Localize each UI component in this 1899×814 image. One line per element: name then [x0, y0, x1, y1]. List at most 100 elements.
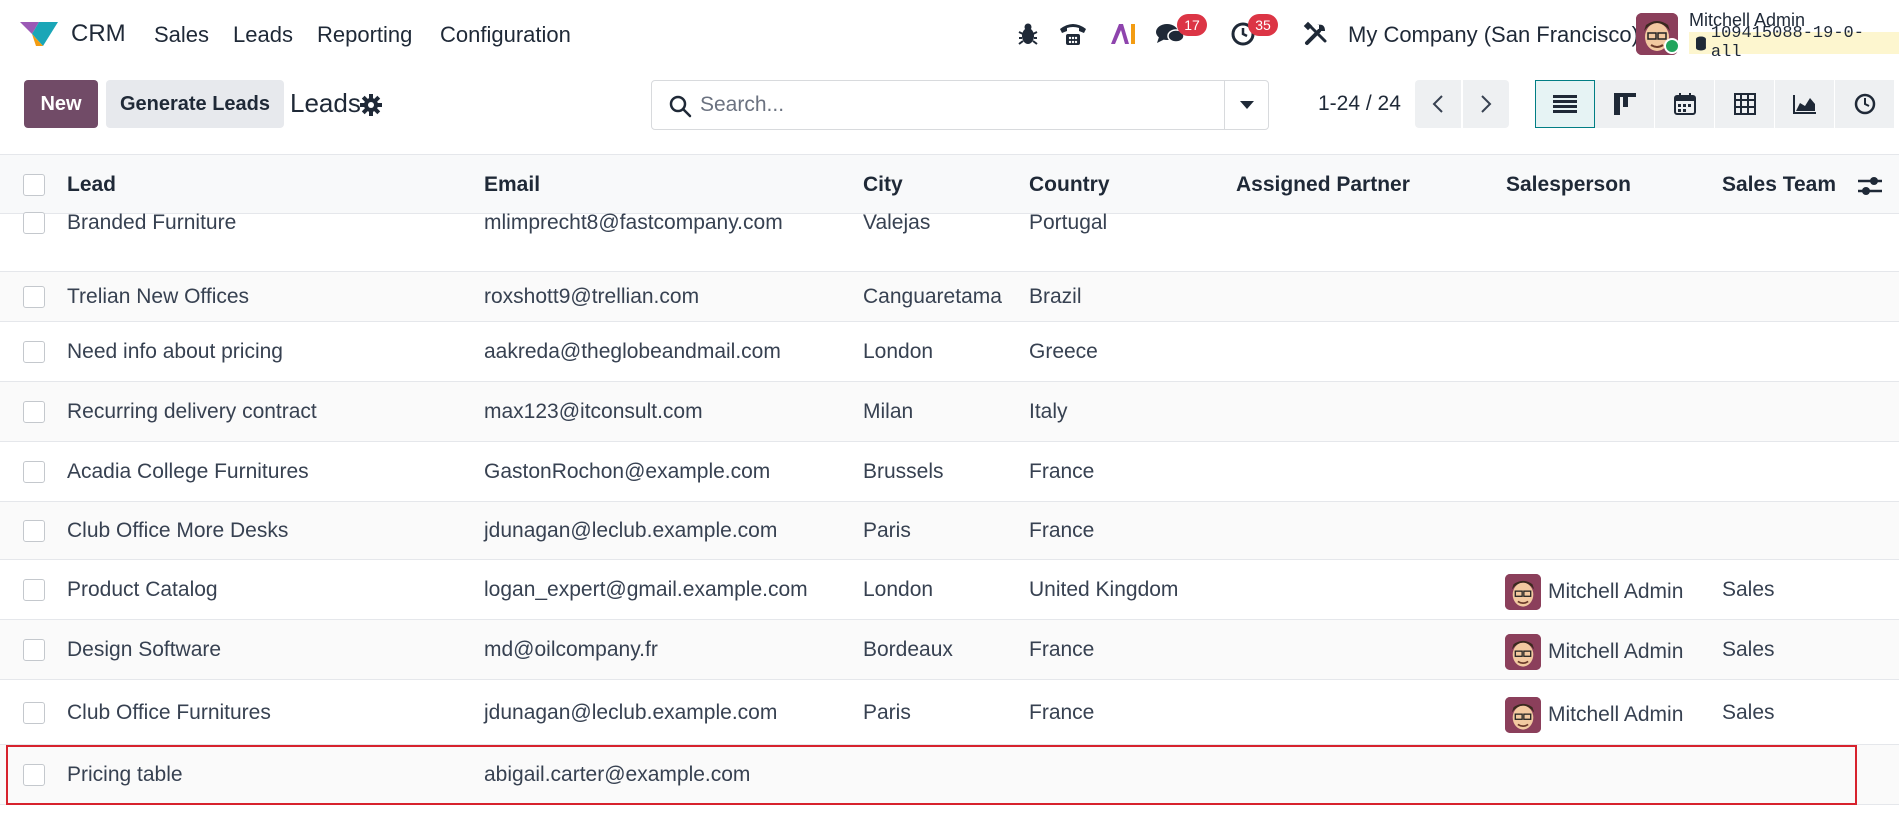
sales-team-cell: Sales [1722, 578, 1775, 601]
page-title: Leads [290, 88, 361, 118]
lead-cell: Branded Furniture [67, 211, 237, 234]
email-cell: jdunagan@leclub.example.com [484, 701, 778, 724]
database-icon [1695, 36, 1706, 50]
email-cell: abigail.carter@example.com [484, 763, 751, 786]
salesperson-cell: Mitchell Admin [1548, 640, 1684, 663]
ai-icon[interactable] [1107, 18, 1139, 50]
row-checkbox[interactable] [23, 579, 45, 601]
select-all-checkbox[interactable] [23, 174, 45, 196]
country-cell: Greece [1029, 340, 1098, 363]
lead-cell: Trelian New Offices [67, 285, 250, 308]
pivot-table-icon [1733, 93, 1756, 115]
column-header-salesperson[interactable]: Salesperson [1506, 173, 1631, 197]
table-row[interactable]: Trelian New Offices roxshott9@trellian.co… [0, 272, 1899, 322]
row-checkbox[interactable] [23, 286, 45, 308]
generate-leads-button[interactable]: Generate Leads [106, 80, 284, 128]
email-cell: mlimprecht8@fastcompany.com [484, 211, 783, 234]
pager-previous-button[interactable] [1415, 80, 1461, 128]
column-header-lead[interactable]: Lead [67, 173, 116, 197]
country-cell: France [1029, 638, 1095, 661]
menu-sales[interactable]: Sales [154, 22, 209, 48]
new-button[interactable]: New [24, 80, 98, 128]
table-row[interactable]: Acadia College Furnitures GastonRochon@ex… [0, 442, 1899, 502]
row-checkbox[interactable] [23, 639, 45, 661]
city-cell: Brussels [863, 460, 944, 483]
column-header-city[interactable]: City [863, 173, 903, 197]
country-cell: Italy [1029, 400, 1068, 423]
app-name[interactable]: CRM [71, 20, 126, 48]
gear-icon[interactable] [360, 94, 382, 116]
database-badge: 109415088-19-0-all [1689, 24, 1899, 62]
city-cell: Paris [863, 519, 911, 542]
activity-view-button[interactable] [1835, 80, 1895, 128]
calendar-view-button[interactable] [1655, 80, 1715, 128]
city-cell: Canguaretama [863, 285, 1002, 308]
tools-icon[interactable] [1300, 18, 1332, 50]
sales-team-cell: Sales [1722, 701, 1775, 724]
row-checkbox[interactable] [23, 702, 45, 724]
lead-cell: Product Catalog [67, 578, 218, 601]
lead-cell: Club Office More Desks [67, 519, 289, 542]
column-header-country[interactable]: Country [1029, 173, 1110, 197]
crm-logo-icon[interactable] [18, 18, 60, 48]
table-row[interactable]: Branded Furniture mlimprecht8@fastcompany… [0, 211, 1899, 272]
search-bar [651, 80, 1269, 130]
table-row[interactable]: Club Office Furnitures jdunagan@leclub.ex… [0, 680, 1899, 745]
company-switcher[interactable]: My Company (San Francisco) [1348, 22, 1639, 48]
sales-team-cell: Sales [1722, 638, 1775, 661]
pager-next-button[interactable] [1463, 80, 1509, 128]
table-row[interactable]: Design Software md@oilcompany.fr Bordeaux F… [0, 620, 1899, 680]
email-cell: logan_expert@gmail.example.com [484, 578, 808, 601]
country-cell: Portugal [1029, 211, 1108, 234]
menu-configuration[interactable]: Configuration [440, 22, 571, 48]
column-header-assigned-partner[interactable]: Assigned Partner [1236, 173, 1410, 197]
salesperson-avatar [1505, 634, 1541, 670]
column-header-email[interactable]: Email [484, 173, 540, 197]
row-checkbox[interactable] [23, 341, 45, 363]
country-cell: United Kingdom [1029, 578, 1179, 601]
row-checkbox[interactable] [23, 520, 45, 542]
city-cell: Valejas [863, 211, 931, 234]
city-cell: London [863, 578, 934, 601]
top-navbar: CRM Sales Leads Reporting Configuration … [0, 0, 1899, 68]
salesperson-avatar [1505, 574, 1541, 610]
activities-badge: 35 [1248, 14, 1278, 36]
table-row[interactable]: Club Office More Desks jdunagan@leclub.ex… [0, 502, 1899, 560]
phone-icon[interactable] [1057, 18, 1089, 50]
search-options-toggle[interactable] [1224, 81, 1268, 129]
graph-view-button[interactable] [1775, 80, 1835, 128]
row-checkbox[interactable] [23, 212, 45, 234]
pager-value[interactable]: 1-24 / 24 [1318, 92, 1401, 116]
bug-icon[interactable] [1012, 18, 1044, 50]
menu-leads[interactable]: Leads [233, 22, 293, 48]
chevron-right-icon [1481, 95, 1492, 113]
table-row[interactable]: Recurring delivery contract max123@itcons… [0, 382, 1899, 442]
row-checkbox[interactable] [23, 461, 45, 483]
view-switcher [1535, 80, 1899, 128]
list-view-button[interactable] [1535, 80, 1595, 128]
lead-cell: Acadia College Furnitures [67, 460, 309, 483]
lead-cell: Club Office Furnitures [67, 701, 271, 724]
table-row[interactable]: Product Catalog logan_expert@gmail.exampl… [0, 560, 1899, 620]
kanban-icon [1613, 93, 1636, 115]
search-input[interactable] [700, 89, 1160, 121]
table-header: Lead Email City Country Assigned Partner… [0, 154, 1899, 214]
table-row[interactable]: Pricing table abigail.carter@example.com [0, 745, 1899, 805]
online-status-icon [1664, 38, 1680, 54]
optional-columns-icon[interactable] [1858, 175, 1882, 197]
list-icon [1553, 95, 1577, 113]
table-row[interactable]: Need info about pricing aakreda@theglobea… [0, 322, 1899, 382]
row-checkbox[interactable] [23, 764, 45, 786]
email-cell: aakreda@theglobeandmail.com [484, 340, 781, 363]
city-cell: Paris [863, 701, 911, 724]
menu-reporting[interactable]: Reporting [317, 22, 412, 48]
column-header-sales-team[interactable]: Sales Team [1722, 173, 1836, 197]
row-checkbox[interactable] [23, 401, 45, 423]
database-name: 109415088-19-0-all [1710, 24, 1864, 62]
kanban-view-button[interactable] [1595, 80, 1655, 128]
lead-cell: Need info about pricing [67, 340, 283, 363]
country-cell: France [1029, 460, 1095, 483]
pivot-view-button[interactable] [1715, 80, 1775, 128]
country-cell: France [1029, 519, 1095, 542]
country-cell: Brazil [1029, 285, 1082, 308]
